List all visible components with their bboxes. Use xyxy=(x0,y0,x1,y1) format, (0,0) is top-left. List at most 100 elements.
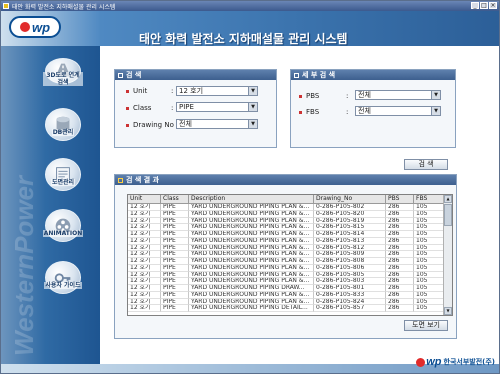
cell-drawing-no: 0-286-P105-814 xyxy=(314,231,386,238)
column-header-description[interactable]: Description xyxy=(189,195,314,204)
bullet-icon xyxy=(299,94,302,98)
cell-pbs: 286 xyxy=(386,305,414,312)
table-row[interactable]: 12 호기 PIPE YARD UNDERGROUND PIPING PLAN &.… xyxy=(128,291,444,299)
scroll-up-icon[interactable]: ▲ xyxy=(444,195,452,203)
scroll-thumb[interactable] xyxy=(444,204,452,226)
cell-unit: 12 호기 xyxy=(128,258,161,265)
colon: : xyxy=(346,108,349,116)
search-button[interactable]: 검 색 xyxy=(404,159,448,170)
cell-class: PIPE xyxy=(161,264,189,272)
close-icon[interactable]: × xyxy=(489,2,497,9)
cell-fbs: 105 xyxy=(414,278,444,285)
colon: : xyxy=(346,92,349,100)
table-row[interactable]: 12 호기 PIPE YARD UNDERGROUND PIPING PLAN &.… xyxy=(128,231,444,238)
cell-fbs: 105 xyxy=(414,244,444,252)
table-row[interactable]: 12 호기 PIPE YARD UNDERGROUND PIPING PLAN &.… xyxy=(128,251,444,258)
app-title: 태안 화력 발전소 지하매설물 관리 시스템 xyxy=(139,32,348,46)
column-header-pbs[interactable]: PBS xyxy=(386,195,414,204)
grid-header: Unit Class Description Drawing_No PBS FB… xyxy=(128,195,444,204)
view-drawing-button[interactable]: 도면 보기 xyxy=(404,320,448,331)
drawing-no-select[interactable]: 전체 ▼ xyxy=(176,119,258,129)
search-panel-header: 검 색 xyxy=(115,70,276,80)
sidebar-item-guide-circle xyxy=(45,261,81,294)
colon: : xyxy=(171,104,174,112)
scroll-down-icon[interactable]: ▼ xyxy=(444,307,452,315)
class-select[interactable]: PIPE ▼ xyxy=(176,102,258,112)
minimize-icon[interactable]: _ xyxy=(471,2,479,9)
cell-description: YARD UNDERGROUND PIPING PLAN &... xyxy=(189,291,314,299)
chevron-down-icon[interactable]: ▼ xyxy=(248,103,257,111)
table-row[interactable]: 12 호기 PIPE YARD UNDERGROUND PIPING PLAN &.… xyxy=(128,298,444,306)
table-row[interactable]: 12 호기 PIPE YARD UNDERGROUND PIPING PLAN &.… xyxy=(128,217,444,225)
company-name: 한국서부발전(주) xyxy=(443,358,495,366)
cell-fbs: 105 xyxy=(414,217,444,225)
cell-pbs: 286 xyxy=(386,210,414,218)
app-window: 태안 화력 발전소 지하매설물 관리 시스템 _ □ × 태안 화력 발전소 지… xyxy=(0,0,500,374)
table-row[interactable]: 12 호기 PIPE YARD UNDERGROUND PIPING PLAN &.… xyxy=(128,224,444,231)
table-row[interactable]: 12 호기 PIPE YARD UNDERGROUND PIPING PLAN &.… xyxy=(128,271,444,279)
cell-unit: 12 호기 xyxy=(128,291,161,299)
cell-fbs: 105 xyxy=(414,298,444,306)
title-bar: 태안 화력 발전소 지하매설물 관리 시스템 _ □ × xyxy=(1,1,499,11)
cell-description: YARD UNDERGROUND PIPING PLAN &... xyxy=(189,258,314,265)
table-row[interactable]: 12 호기 PIPE YARD UNDERGROUND PIPING PLAN &.… xyxy=(128,264,444,272)
results-panel-title: 검 색 결 과 xyxy=(126,176,160,184)
cell-description: YARD UNDERGROUND PIPING PLAN &... xyxy=(189,210,314,218)
column-header-unit[interactable]: Unit xyxy=(128,195,161,204)
bullet-icon xyxy=(299,110,302,114)
cell-drawing-no: 0-286-P105-812 xyxy=(314,244,386,252)
sidebar-item-animation[interactable]: ANIMATION xyxy=(42,209,84,249)
cell-drawing-no: 0-286-P105-808 xyxy=(314,258,386,265)
cell-unit: 12 호기 xyxy=(128,264,161,272)
pbs-select[interactable]: 전체 ▼ xyxy=(355,90,441,100)
cell-fbs: 105 xyxy=(414,264,444,272)
cell-fbs: 105 xyxy=(414,224,444,231)
table-row[interactable]: 12 호기 PIPE YARD UNDERGROUND PIPING DRAW...… xyxy=(128,285,444,292)
cell-pbs: 286 xyxy=(386,298,414,306)
cell-description: YARD UNDERGROUND PIPING PLAN &... xyxy=(189,251,314,258)
table-row[interactable]: 12 호기 PIPE YARD UNDERGROUND PIPING PLAN &.… xyxy=(128,204,444,211)
chevron-down-icon[interactable]: ▼ xyxy=(248,120,257,128)
footer-logo-circle-icon xyxy=(416,357,426,367)
cell-description: YARD UNDERGROUND PIPING PLAN &... xyxy=(189,204,314,211)
cell-fbs: 105 xyxy=(414,285,444,292)
detail-panel-title: 세 부 검 색 xyxy=(302,71,336,79)
results-scrollbar[interactable]: ▲ ▼ xyxy=(443,195,452,315)
cell-class: PIPE xyxy=(161,224,189,231)
maximize-icon[interactable]: □ xyxy=(480,2,488,9)
table-row[interactable]: 12 호기 PIPE YARD UNDERGROUND PIPING DETAIL.… xyxy=(128,305,444,312)
unit-select[interactable]: 12 호기 ▼ xyxy=(176,86,258,96)
chevron-down-icon[interactable]: ▼ xyxy=(248,87,257,95)
column-header-fbs[interactable]: FBS xyxy=(414,195,444,204)
cell-pbs: 286 xyxy=(386,237,414,245)
cell-class: PIPE xyxy=(161,251,189,258)
fbs-select[interactable]: 전체 ▼ xyxy=(355,106,441,116)
table-row[interactable]: 12 호기 PIPE YARD UNDERGROUND PIPING PLAN &.… xyxy=(128,244,444,252)
cell-class: PIPE xyxy=(161,278,189,285)
sidebar-item-db[interactable]: DB관리 xyxy=(43,108,83,148)
cell-pbs: 286 xyxy=(386,264,414,272)
chevron-down-icon[interactable]: ▼ xyxy=(431,107,440,115)
cell-unit: 12 호기 xyxy=(128,231,161,238)
cell-unit: 12 호기 xyxy=(128,278,161,285)
table-row[interactable]: 12 호기 PIPE YARD UNDERGROUND PIPING PLAN &.… xyxy=(128,278,444,285)
cell-pbs: 286 xyxy=(386,231,414,238)
column-header-class[interactable]: Class xyxy=(161,195,189,204)
cell-pbs: 286 xyxy=(386,217,414,225)
cell-drawing-no: 0-286-P105-803 xyxy=(314,278,386,285)
sidebar-item-guide[interactable]: 사용자 가이드 xyxy=(43,261,83,301)
cell-class: PIPE xyxy=(161,285,189,292)
cell-class: PIPE xyxy=(161,271,189,279)
table-row[interactable]: 12 호기 PIPE YARD UNDERGROUND PIPING PLAN &.… xyxy=(128,258,444,265)
cell-unit: 12 호기 xyxy=(128,224,161,231)
sidebar-item-3d-search[interactable]: 3D도로 연계검색 xyxy=(43,58,83,98)
sidebar-item-drawing[interactable]: 도면관리 xyxy=(43,158,83,198)
results-grid[interactable]: Unit Class Description Drawing_No PBS FB… xyxy=(127,194,453,316)
table-row[interactable]: 12 호기 PIPE YARD UNDERGROUND PIPING PLAN &.… xyxy=(128,237,444,245)
cell-unit: 12 호기 xyxy=(128,210,161,218)
sidebar-item-label: 3D도로 연계검색 xyxy=(43,72,83,86)
footer-logo: wp 한국서부발전(주) xyxy=(395,353,495,371)
chevron-down-icon[interactable]: ▼ xyxy=(431,91,440,99)
column-header-drawing-no[interactable]: Drawing_No xyxy=(314,195,386,204)
table-row[interactable]: 12 호기 PIPE YARD UNDERGROUND PIPING PLAN &.… xyxy=(128,210,444,218)
